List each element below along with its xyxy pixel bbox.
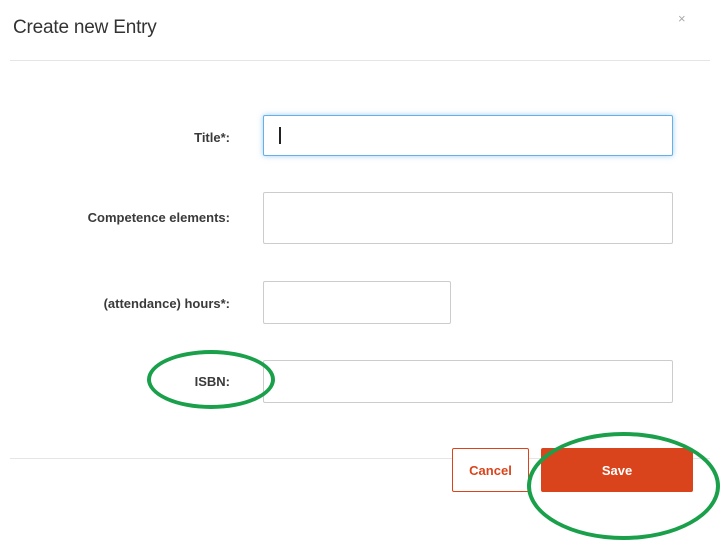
- dialog-title: Create new Entry: [13, 17, 157, 38]
- competence-input[interactable]: [263, 192, 673, 244]
- isbn-label: ISBN:: [194, 374, 230, 389]
- text-caret: [279, 127, 281, 144]
- cancel-button[interactable]: Cancel: [452, 448, 529, 492]
- title-input[interactable]: [263, 115, 673, 156]
- title-label: Title*:: [194, 130, 230, 145]
- header-divider: [10, 60, 710, 61]
- save-button[interactable]: Save: [541, 448, 693, 492]
- isbn-input[interactable]: [263, 360, 673, 403]
- hours-input[interactable]: [263, 281, 451, 324]
- hours-label: (attendance) hours*:: [103, 296, 230, 311]
- competence-label: Competence elements:: [87, 210, 230, 225]
- create-entry-dialog: Create new Entry × Title*: Competence el…: [0, 0, 720, 540]
- close-icon[interactable]: ×: [678, 11, 686, 26]
